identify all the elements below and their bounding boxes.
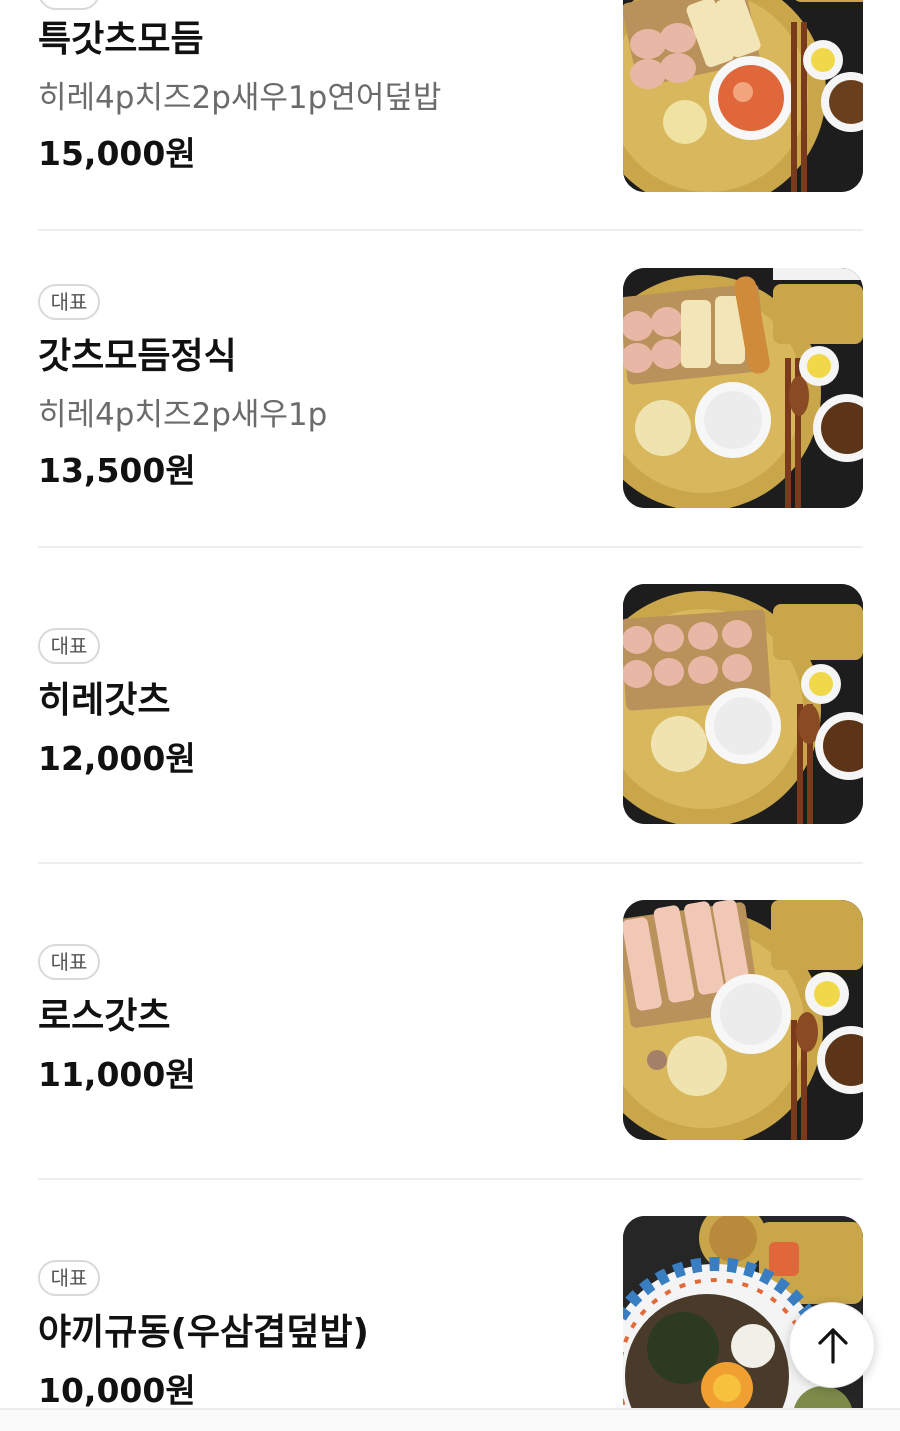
arrow-up-icon [818, 1328, 848, 1364]
menu-item[interactable]: 대표 로스갓츠 11,000원 [38, 900, 863, 1140]
item-divider [38, 862, 863, 864]
menu-item[interactable]: 대표 히레갓츠 12,000원 [38, 584, 863, 824]
signature-badge: 대표 [38, 628, 100, 664]
signature-badge: 대표 [38, 944, 100, 980]
menu-item-name: 히레갓츠 [38, 680, 171, 721]
menu-item-description: 히레4p치즈2p새우1p [38, 397, 328, 433]
signature-badge [38, 0, 100, 10]
hire-katsu-set-photo[interactable] [623, 584, 863, 824]
item-divider [38, 229, 863, 231]
scroll-to-top-button[interactable] [789, 1302, 875, 1388]
menu-item-price: 15,000원 [38, 134, 196, 173]
menu-item-description: 히레4p치즈2p새우1p연어덮밥 [38, 80, 442, 116]
signature-badge: 대표 [38, 1260, 100, 1296]
bottom-bar [0, 1408, 900, 1431]
menu-item[interactable]: 특갓츠모듬 히레4p치즈2p새우1p연어덮밥 15,000원 [38, 0, 863, 230]
menu-item[interactable]: 대표 야끼규동(우삼겹덮밥) 10,000원 [38, 1216, 863, 1408]
item-divider [38, 546, 863, 548]
tonkatsu-set-with-salmon-photo[interactable] [623, 0, 863, 192]
tonkatsu-combo-set-photo[interactable] [623, 268, 863, 508]
menu-item-price: 10,000원 [38, 1371, 196, 1408]
rosu-katsu-set-photo[interactable] [623, 900, 863, 1140]
menu-list: 특갓츠모듬 히레4p치즈2p새우1p연어덮밥 15,000원 대표 갓츠모듬정식… [0, 0, 900, 1408]
menu-item-name: 야끼규동(우삼겹덮밥) [38, 1312, 369, 1353]
menu-item-name: 갓츠모듬정식 [38, 336, 237, 377]
menu-item-price: 11,000원 [38, 1055, 196, 1094]
menu-item-price: 12,000원 [38, 739, 196, 778]
item-divider [38, 1178, 863, 1180]
menu-item-name: 로스갓츠 [38, 996, 171, 1037]
menu-item-price: 13,500원 [38, 451, 196, 490]
signature-badge: 대표 [38, 284, 100, 320]
menu-item-name: 특갓츠모듬 [38, 19, 204, 60]
menu-item[interactable]: 대표 갓츠모듬정식 히레4p치즈2p새우1p 13,500원 [38, 268, 863, 508]
